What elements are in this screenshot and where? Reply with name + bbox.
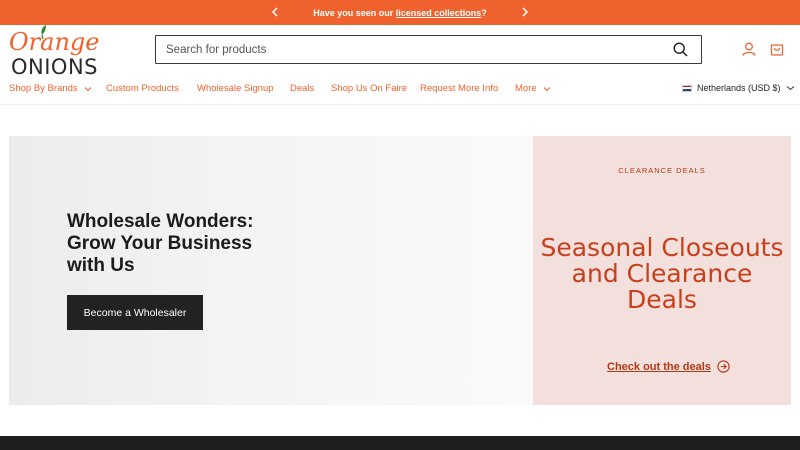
- nav-more[interactable]: More: [515, 83, 551, 94]
- announcement-prefix: Have you seen our: [313, 7, 396, 18]
- country-label: Netherlands (USD $): [697, 83, 781, 93]
- nav-item-label: Wholesale Signup: [197, 83, 274, 94]
- cart-button[interactable]: [769, 41, 785, 57]
- promo-eyebrow: CLEARANCE DEALS: [618, 166, 706, 175]
- nav-wholesale-signup[interactable]: Wholesale Signup: [197, 83, 274, 94]
- check-out-deals-link[interactable]: Check out the deals: [607, 360, 730, 373]
- chevron-down-icon: [543, 86, 551, 91]
- search-icon: [672, 42, 688, 57]
- search-input[interactable]: [166, 43, 671, 56]
- previous-announcement-button[interactable]: [268, 5, 282, 19]
- nav-item-label: Shop By Brands: [9, 83, 78, 94]
- chevron-down-icon: [84, 86, 92, 91]
- licensed-collections-link[interactable]: licensed collections: [396, 8, 482, 18]
- chevron-right-icon: [522, 7, 529, 17]
- deals-link-label: Check out the deals: [607, 360, 711, 373]
- clearance-promo-panel: CLEARANCE DEALS Seasonal Closeouts and C…: [533, 136, 791, 405]
- hero-title: Wholesale Wonders: Grow Your Business wi…: [67, 211, 254, 276]
- account-button[interactable]: [741, 41, 757, 57]
- nav-divider: [0, 104, 800, 106]
- promo-title: Seasonal Closeouts and Clearance Deals: [540, 233, 784, 314]
- chevron-down-icon: [786, 86, 794, 91]
- logo-wordmark-onions: ONIONS: [11, 55, 98, 77]
- search-bar: [155, 35, 702, 64]
- dark-section-edge: [0, 436, 800, 450]
- nav-item-label: Shop Us On Faire: [331, 83, 408, 94]
- announcement-suffix: ?: [481, 7, 487, 18]
- arrow-circle-right-icon: [717, 360, 730, 373]
- nav-item-label: Deals: [290, 83, 315, 94]
- nav-request-more-info[interactable]: Request More Info: [420, 83, 498, 94]
- wholesale-hero-banner: Wholesale Wonders: Grow Your Business wi…: [9, 136, 533, 405]
- nav-item-label: More: [515, 83, 537, 94]
- logo-wordmark-orange: Orange: [9, 28, 99, 56]
- shopping-bag-icon: [770, 44, 784, 56]
- announcement-bar: Have you seen our licensed collections?: [0, 0, 800, 25]
- search-button[interactable]: [671, 41, 689, 59]
- nav-item-label: Custom Products: [106, 83, 179, 94]
- country-selector[interactable]: Netherlands (USD $): [682, 83, 795, 93]
- nav-shop-us-on-faire[interactable]: Shop Us On Faire: [331, 83, 407, 94]
- next-announcement-button[interactable]: [518, 5, 532, 19]
- become-wholesaler-button[interactable]: Become a Wholesaler: [67, 295, 203, 330]
- main-navigation: Shop By Brands Custom Products Wholesale…: [0, 80, 800, 104]
- nav-shop-by-brands[interactable]: Shop By Brands: [9, 83, 92, 94]
- nav-item-label: Request More Info: [420, 83, 499, 94]
- site-header: Orange ONIONS: [0, 25, 800, 80]
- chevron-left-icon: [271, 7, 278, 17]
- orange-onions-logo[interactable]: Orange ONIONS: [9, 25, 139, 79]
- announcement-text: Have you seen our licensed collections?: [313, 8, 487, 18]
- netherlands-flag-icon: [682, 84, 692, 92]
- user-icon: [742, 42, 756, 56]
- nav-deals[interactable]: Deals: [290, 83, 314, 94]
- nav-custom-products[interactable]: Custom Products: [106, 83, 179, 94]
